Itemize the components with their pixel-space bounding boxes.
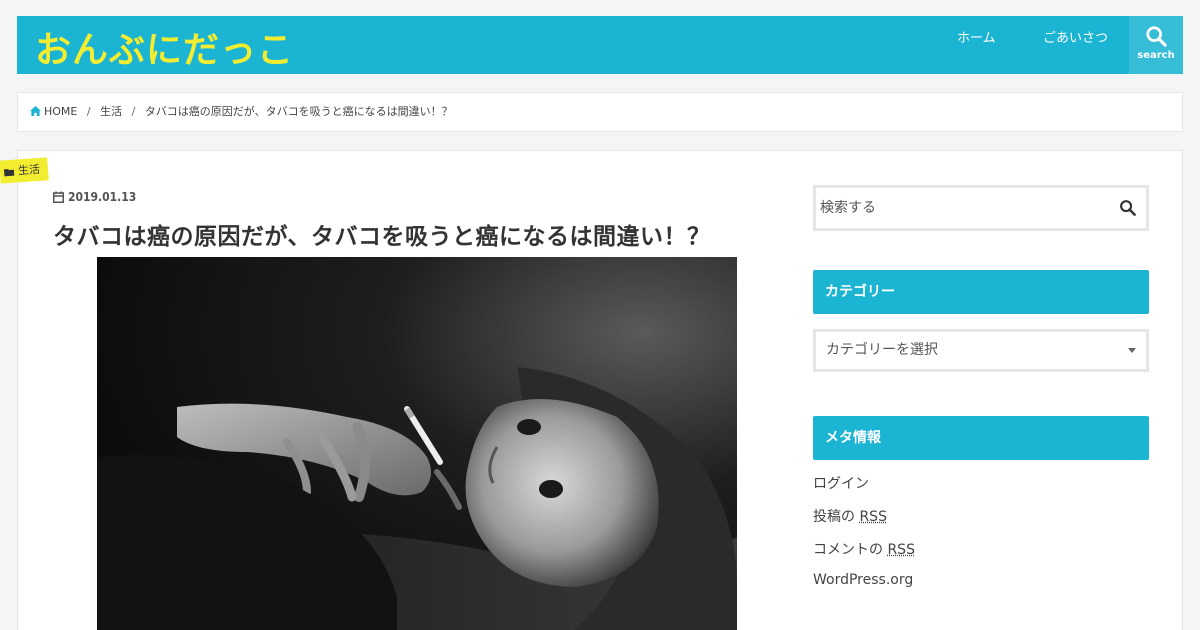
- category-select-value: カテゴリーを選択: [826, 342, 938, 358]
- featured-image-illustration: [97, 257, 737, 630]
- breadcrumb-home[interactable]: HOME: [30, 105, 81, 118]
- meta-link-comments-prefix: コメントの: [813, 542, 887, 558]
- meta-link-posts-rss[interactable]: 投稿の RSS: [813, 506, 887, 526]
- post-title: タバコは癌の原因だが、タバコを吸うと癌になるは間違い！？: [53, 217, 711, 251]
- post-date-text: 2019.01.13: [68, 190, 136, 204]
- category-select[interactable]: カテゴリーを選択: [813, 329, 1149, 372]
- breadcrumb: HOME / 生活 / タバコは癌の原因だが、タバコを吸うと癌になるは間違い！？: [17, 92, 1183, 132]
- folder-icon: [4, 167, 15, 178]
- breadcrumb-separator: /: [87, 105, 91, 118]
- main-content: 生活 2019.01.13 タバコは癌の原因だが、タバコを吸うと癌になるは間違い…: [17, 150, 1183, 630]
- meta-link-posts-rss-abbr: RSS: [859, 509, 887, 525]
- featured-image: [97, 257, 737, 630]
- meta-link-comments-rss-abbr: RSS: [887, 542, 915, 558]
- caret-down-icon: [1128, 348, 1136, 353]
- search-label: search: [1129, 50, 1183, 61]
- meta-link-login[interactable]: ログイン: [813, 473, 869, 493]
- meta-link-posts-prefix: 投稿の: [813, 509, 859, 525]
- site-header: おんぶにだっこ ホーム ごあいさつ search: [17, 16, 1183, 74]
- sidebar-search: [813, 185, 1149, 231]
- breadcrumb-current: タバコは癌の原因だが、タバコを吸うと癌になるは間違い！？: [145, 105, 453, 118]
- post-date: 2019.01.13: [53, 190, 136, 204]
- breadcrumb-separator: /: [132, 105, 136, 118]
- meta-link-comments-rss[interactable]: コメントの RSS: [813, 539, 915, 559]
- calendar-icon: [53, 191, 64, 203]
- search-icon[interactable]: [1119, 199, 1136, 216]
- nav-item-greeting[interactable]: ごあいさつ: [1043, 16, 1108, 62]
- category-badge[interactable]: 生活: [0, 157, 49, 183]
- sidebar-search-input[interactable]: [816, 188, 1096, 228]
- category-badge-label: 生活: [18, 163, 41, 178]
- widget-title-meta: メタ情報: [813, 416, 1149, 460]
- header-search-button[interactable]: search: [1129, 16, 1183, 74]
- site-logo[interactable]: おんぶにだっこ: [35, 28, 294, 74]
- nav-item-home[interactable]: ホーム: [957, 16, 996, 62]
- search-icon: [1145, 25, 1167, 47]
- widget-title-categories: カテゴリー: [813, 270, 1149, 314]
- breadcrumb-category[interactable]: 生活: [100, 105, 122, 118]
- meta-link-wordpress[interactable]: WordPress.org: [813, 572, 913, 588]
- home-icon: [30, 106, 41, 116]
- breadcrumb-home-label: HOME: [44, 105, 77, 118]
